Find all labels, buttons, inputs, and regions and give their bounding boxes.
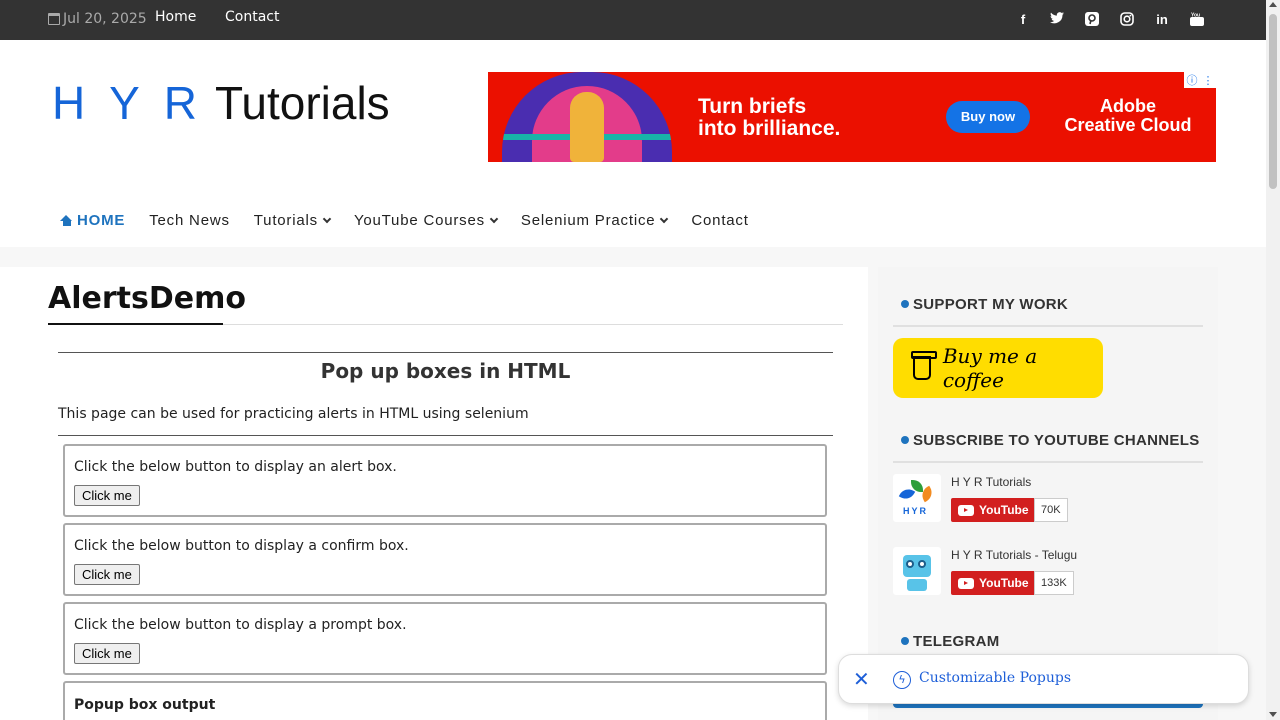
nav-item-home[interactable]: HOME <box>60 212 125 229</box>
scrollbar-thumb[interactable] <box>1269 14 1277 189</box>
main-content: AlertsDemo Pop up boxes in HTML This pag… <box>0 267 868 720</box>
nav-item-selenium-practice[interactable]: Selenium Practice <box>521 212 669 229</box>
youtube-play-icon <box>958 577 974 589</box>
instagram-icon[interactable] <box>1119 12 1135 28</box>
facebook-icon[interactable]: f <box>1015 12 1031 28</box>
channel-avatar[interactable] <box>893 547 941 595</box>
scroll-down-arrow-icon[interactable] <box>1269 712 1277 717</box>
bullet-icon <box>901 300 909 308</box>
alert-box-section: Click the below button to display an ale… <box>63 444 827 517</box>
top-link-contact[interactable]: Contact <box>225 9 279 25</box>
logo-tutorials: Tutorials <box>214 77 390 129</box>
bullet-icon <box>901 436 909 444</box>
subscriber-count: 70K <box>1034 498 1068 522</box>
channel-name[interactable]: H Y R Tutorials - Telugu <box>951 548 1077 562</box>
prompt-button[interactable]: Click me <box>74 643 140 664</box>
date-display: Jul 20, 2025 <box>48 11 147 27</box>
ad-buy-now-button[interactable]: Buy now <box>946 101 1030 133</box>
ad-headline: Turn briefs into brilliance. <box>698 95 841 140</box>
popup-output-section: Popup box output <box>63 681 827 720</box>
nav-item-tech-news[interactable]: Tech News <box>149 212 230 229</box>
widget-divider <box>893 325 1203 327</box>
confirm-box-label: Click the below button to display a conf… <box>74 538 409 554</box>
robot-icon <box>903 555 931 577</box>
youtube-channel-row: H Y R Tutorials - Telugu YouTube 133K <box>893 547 1213 599</box>
prompt-box-label: Click the below button to display a prom… <box>74 617 407 633</box>
ad-brand: Adobe Creative Cloud <box>1064 96 1192 135</box>
page-title: AlertsDemo <box>48 281 246 316</box>
alert-box-label: Click the below button to display an ale… <box>74 459 397 475</box>
site-logo[interactable]: H Y R Tutorials <box>52 76 390 130</box>
widget-title-subscribe: SUBSCRIBE TO YOUTUBE CHANNELS <box>901 432 1200 449</box>
site-header: H Y R Tutorials Turn briefs into brillia… <box>0 40 1266 247</box>
twitter-icon[interactable] <box>1049 12 1065 28</box>
buy-me-a-coffee-button[interactable]: Buy me a coffee <box>893 338 1103 398</box>
top-bar: Jul 20, 2025 Home Contact f in You <box>0 0 1266 40</box>
chevron-down-icon <box>489 214 499 224</box>
widget-title-telegram: TELEGRAM <box>901 633 1000 650</box>
divider <box>58 435 833 436</box>
youtube-subscribe-button[interactable]: YouTube <box>951 571 1036 595</box>
linkedin-icon[interactable]: in <box>1154 12 1170 28</box>
prompt-box-section: Click the below button to display a prom… <box>63 602 827 675</box>
confirm-box-section: Click the below button to display a conf… <box>63 523 827 596</box>
svg-text:You: You <box>1191 13 1200 19</box>
nav-item-contact[interactable]: Contact <box>691 212 748 229</box>
nav-item-youtube-courses[interactable]: YouTube Courses <box>354 212 499 229</box>
alert-button[interactable]: Click me <box>74 485 140 506</box>
popup-output-label: Popup box output <box>74 697 216 713</box>
vertical-scrollbar[interactable] <box>1266 0 1280 720</box>
close-icon[interactable]: ✕ <box>853 669 870 689</box>
ad-menu-icon[interactable]: ⋮ <box>1203 74 1214 87</box>
youtube-icon[interactable]: You <box>1189 12 1205 28</box>
coffee-cup-icon <box>911 351 937 380</box>
customizable-popups-toast: ✕ ϟ Customizable Popups <box>838 654 1249 704</box>
channel-avatar[interactable]: HYR <box>893 474 941 522</box>
pinterest-icon[interactable] <box>1084 12 1100 28</box>
logo-hyr: H Y R <box>52 77 204 129</box>
calendar-icon <box>48 13 60 25</box>
main-navigation: HOME Tech News Tutorials YouTube Courses… <box>60 212 773 229</box>
top-link-home[interactable]: Home <box>155 9 196 25</box>
subscriber-count: 133K <box>1034 571 1074 595</box>
toast-label[interactable]: Customizable Popups <box>919 670 1071 686</box>
youtube-channel-row: HYR H Y R Tutorials YouTube 70K <box>893 474 1213 526</box>
advertisement-banner[interactable]: Turn briefs into brilliance. Buy now Ado… <box>488 72 1216 162</box>
channel-name[interactable]: H Y R Tutorials <box>951 475 1031 489</box>
date-text: Jul 20, 2025 <box>63 11 147 27</box>
ad-info-icon[interactable]: ⓘ <box>1187 72 1198 88</box>
section-heading: Pop up boxes in HTML <box>320 359 571 383</box>
chevron-down-icon <box>322 214 332 224</box>
title-underline <box>48 323 223 325</box>
youtube-play-icon <box>958 504 974 516</box>
intro-text: This page can be used for practicing ale… <box>58 406 529 422</box>
widget-divider <box>893 461 1203 463</box>
widget-title-support: SUPPORT MY WORK <box>901 296 1068 313</box>
scroll-up-arrow-icon[interactable] <box>1269 2 1277 7</box>
chevron-down-icon <box>660 214 669 224</box>
ad-choices[interactable]: ⓘ ⋮ <box>1184 72 1216 88</box>
home-icon <box>60 215 73 226</box>
ad-illustration <box>502 72 672 162</box>
lightning-icon: ϟ <box>893 671 911 689</box>
bullet-icon <box>901 637 909 645</box>
nav-item-tutorials[interactable]: Tutorials <box>254 212 332 229</box>
divider <box>58 352 833 353</box>
sidebar: SUPPORT MY WORK Buy me a coffee SUBSCRIB… <box>878 267 1218 720</box>
youtube-subscribe-button[interactable]: YouTube <box>951 498 1036 522</box>
confirm-button[interactable]: Click me <box>74 564 140 585</box>
